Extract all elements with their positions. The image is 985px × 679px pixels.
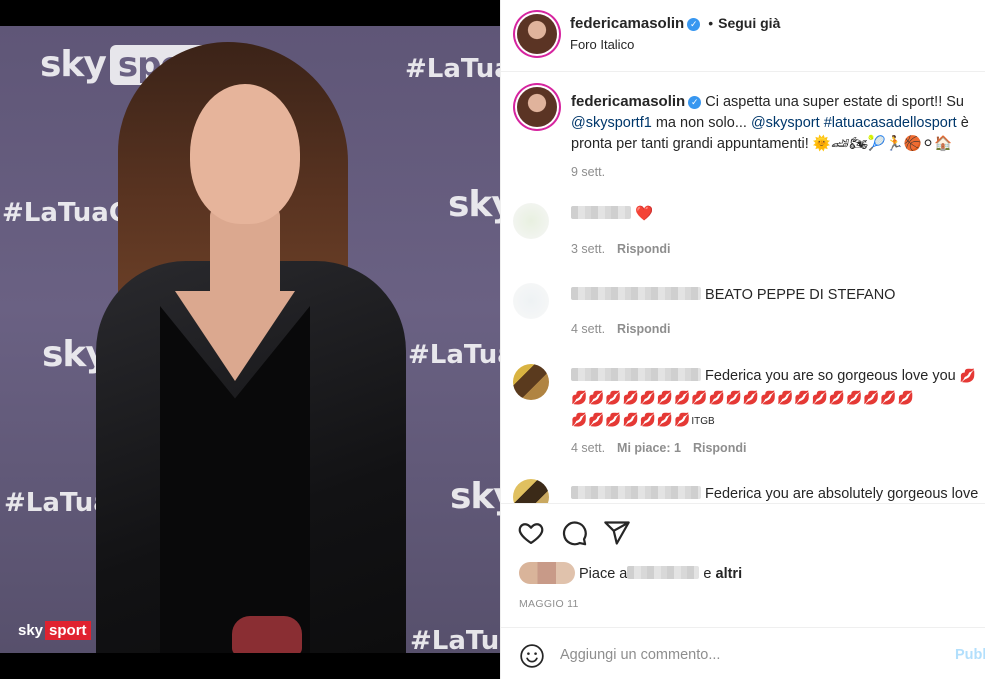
blurred-username[interactable]: [571, 368, 701, 381]
hashtag-watermark: #LaTua: [410, 626, 500, 653]
photo-backdrop: skysport #LaTuaCasa #LaTuaCasa sky sky #…: [0, 26, 500, 653]
comment-timestamp[interactable]: 4 sett.: [571, 322, 605, 336]
comment: Federica you are absolutely gorgeous lov…: [571, 484, 981, 503]
caption-text: ma non solo...: [655, 115, 747, 131]
post-caption: federicamasolin ✓ Ci aspetta una super es…: [571, 91, 976, 155]
caption-emojis: 🌞🏎🏍🎾🏃🏀⚪🏠: [812, 136, 953, 152]
comment-tag: ITGB: [691, 416, 715, 427]
verified-badge-icon: ✓: [688, 96, 702, 109]
reply-button[interactable]: Rispondi: [693, 441, 746, 455]
post-photo[interactable]: skysport #LaTuaCasa #LaTuaCasa sky sky #…: [0, 0, 500, 679]
comment-input[interactable]: Aggiungi un commento...: [560, 647, 720, 663]
post-comment-button[interactable]: Pubb: [955, 647, 985, 663]
caption-username[interactable]: federicamasolin: [571, 93, 685, 110]
reply-button[interactable]: Rispondi: [617, 322, 670, 336]
sky-sport-corner-logo: sky sport: [18, 621, 91, 640]
separator-dot: •: [708, 15, 714, 31]
comment-bubble-icon[interactable]: [560, 519, 588, 547]
comment-timestamp[interactable]: 4 sett.: [571, 441, 605, 455]
commenter-avatar[interactable]: [513, 479, 549, 503]
hashtag-watermark: #LaTua: [408, 340, 500, 370]
verified-badge-icon: ✓: [687, 18, 701, 31]
follow-status-button[interactable]: Segui già: [718, 15, 780, 31]
reply-button[interactable]: Rispondi: [617, 242, 670, 256]
blurred-liker-name[interactable]: [627, 566, 700, 579]
likes-others-link[interactable]: altri: [716, 566, 743, 582]
mention-link[interactable]: @skysport: [751, 115, 820, 131]
lips-emojis: 💋💋💋💋💋💋💋: [571, 412, 692, 427]
comment-text: BEATO PEPPE DI STEFANO: [705, 287, 896, 303]
post-location[interactable]: Foro Italico: [570, 37, 634, 52]
like-heart-icon[interactable]: [517, 519, 545, 547]
caption-timestamp[interactable]: 9 sett.: [571, 165, 605, 179]
comment-likes[interactable]: Mi piace: 1: [617, 441, 681, 455]
lips-emojis: 💋💋💋💋💋💋💋💋💋💋💋💋💋💋💋💋💋💋💋💋: [571, 390, 915, 405]
sky-watermark: sky: [450, 476, 500, 517]
comment-text: Federica you are absolutely gorgeous lov…: [705, 486, 979, 502]
post-header: federicamasolin ✓ • Segui già Foro Italico: [501, 0, 985, 72]
post-date[interactable]: MAGGIO 11: [519, 598, 579, 610]
blurred-username[interactable]: [571, 486, 701, 499]
hashtag-watermark: #LaTua: [4, 488, 111, 518]
caption-author-avatar[interactable]: [517, 87, 557, 127]
comment: Federica you are so gorgeous love you 💋 …: [571, 365, 981, 432]
comments-list[interactable]: federicamasolin ✓ Ci aspetta una super es…: [501, 73, 985, 503]
comment-text: Federica you are so gorgeous love you: [705, 368, 956, 384]
hashtag-watermark: #LaTuaCasa: [405, 54, 500, 84]
comment-timestamp[interactable]: 3 sett.: [571, 242, 605, 256]
emoji-smiley-icon[interactable]: [519, 643, 545, 669]
commenter-avatar[interactable]: [513, 364, 549, 400]
post-actions: Piace a e altri MAGGIO 11: [501, 503, 985, 627]
comment: ❤️: [571, 204, 981, 225]
person-bag: [232, 616, 302, 653]
caption-text: Ci aspetta una super estate di sport!! S…: [705, 94, 964, 110]
comment: BEATO PEPPE DI STEFANO: [571, 285, 981, 306]
likes-summary[interactable]: Piace a e altri: [519, 562, 742, 584]
commenter-avatar[interactable]: [513, 203, 549, 239]
mention-link[interactable]: @skysportf1: [571, 115, 652, 131]
lips-emoji: 💋: [959, 368, 977, 383]
author-username[interactable]: federicamasolin: [570, 15, 684, 32]
author-avatar[interactable]: [517, 14, 557, 54]
comment-meta: 3 sett. Rispondi: [571, 242, 671, 256]
blurred-username[interactable]: [571, 287, 701, 300]
post-side-panel: federicamasolin ✓ • Segui già Foro Italico …: [500, 0, 985, 679]
comment-meta: 4 sett. Mi piace: 1 Rispondi: [571, 441, 746, 455]
comment-meta: 4 sett. Rispondi: [571, 322, 671, 336]
hashtag-link[interactable]: #latuacasadellosport: [824, 115, 957, 131]
share-send-icon[interactable]: [603, 519, 631, 547]
heart-emoji: ❤️: [635, 206, 654, 222]
liker-avatars: [519, 562, 575, 584]
sky-watermark: sky: [448, 184, 500, 225]
commenter-avatar[interactable]: [513, 283, 549, 319]
person-face: [190, 84, 300, 224]
blurred-username[interactable]: [571, 206, 631, 219]
add-comment-bar: Aggiungi un commento... Pubb: [501, 627, 985, 679]
